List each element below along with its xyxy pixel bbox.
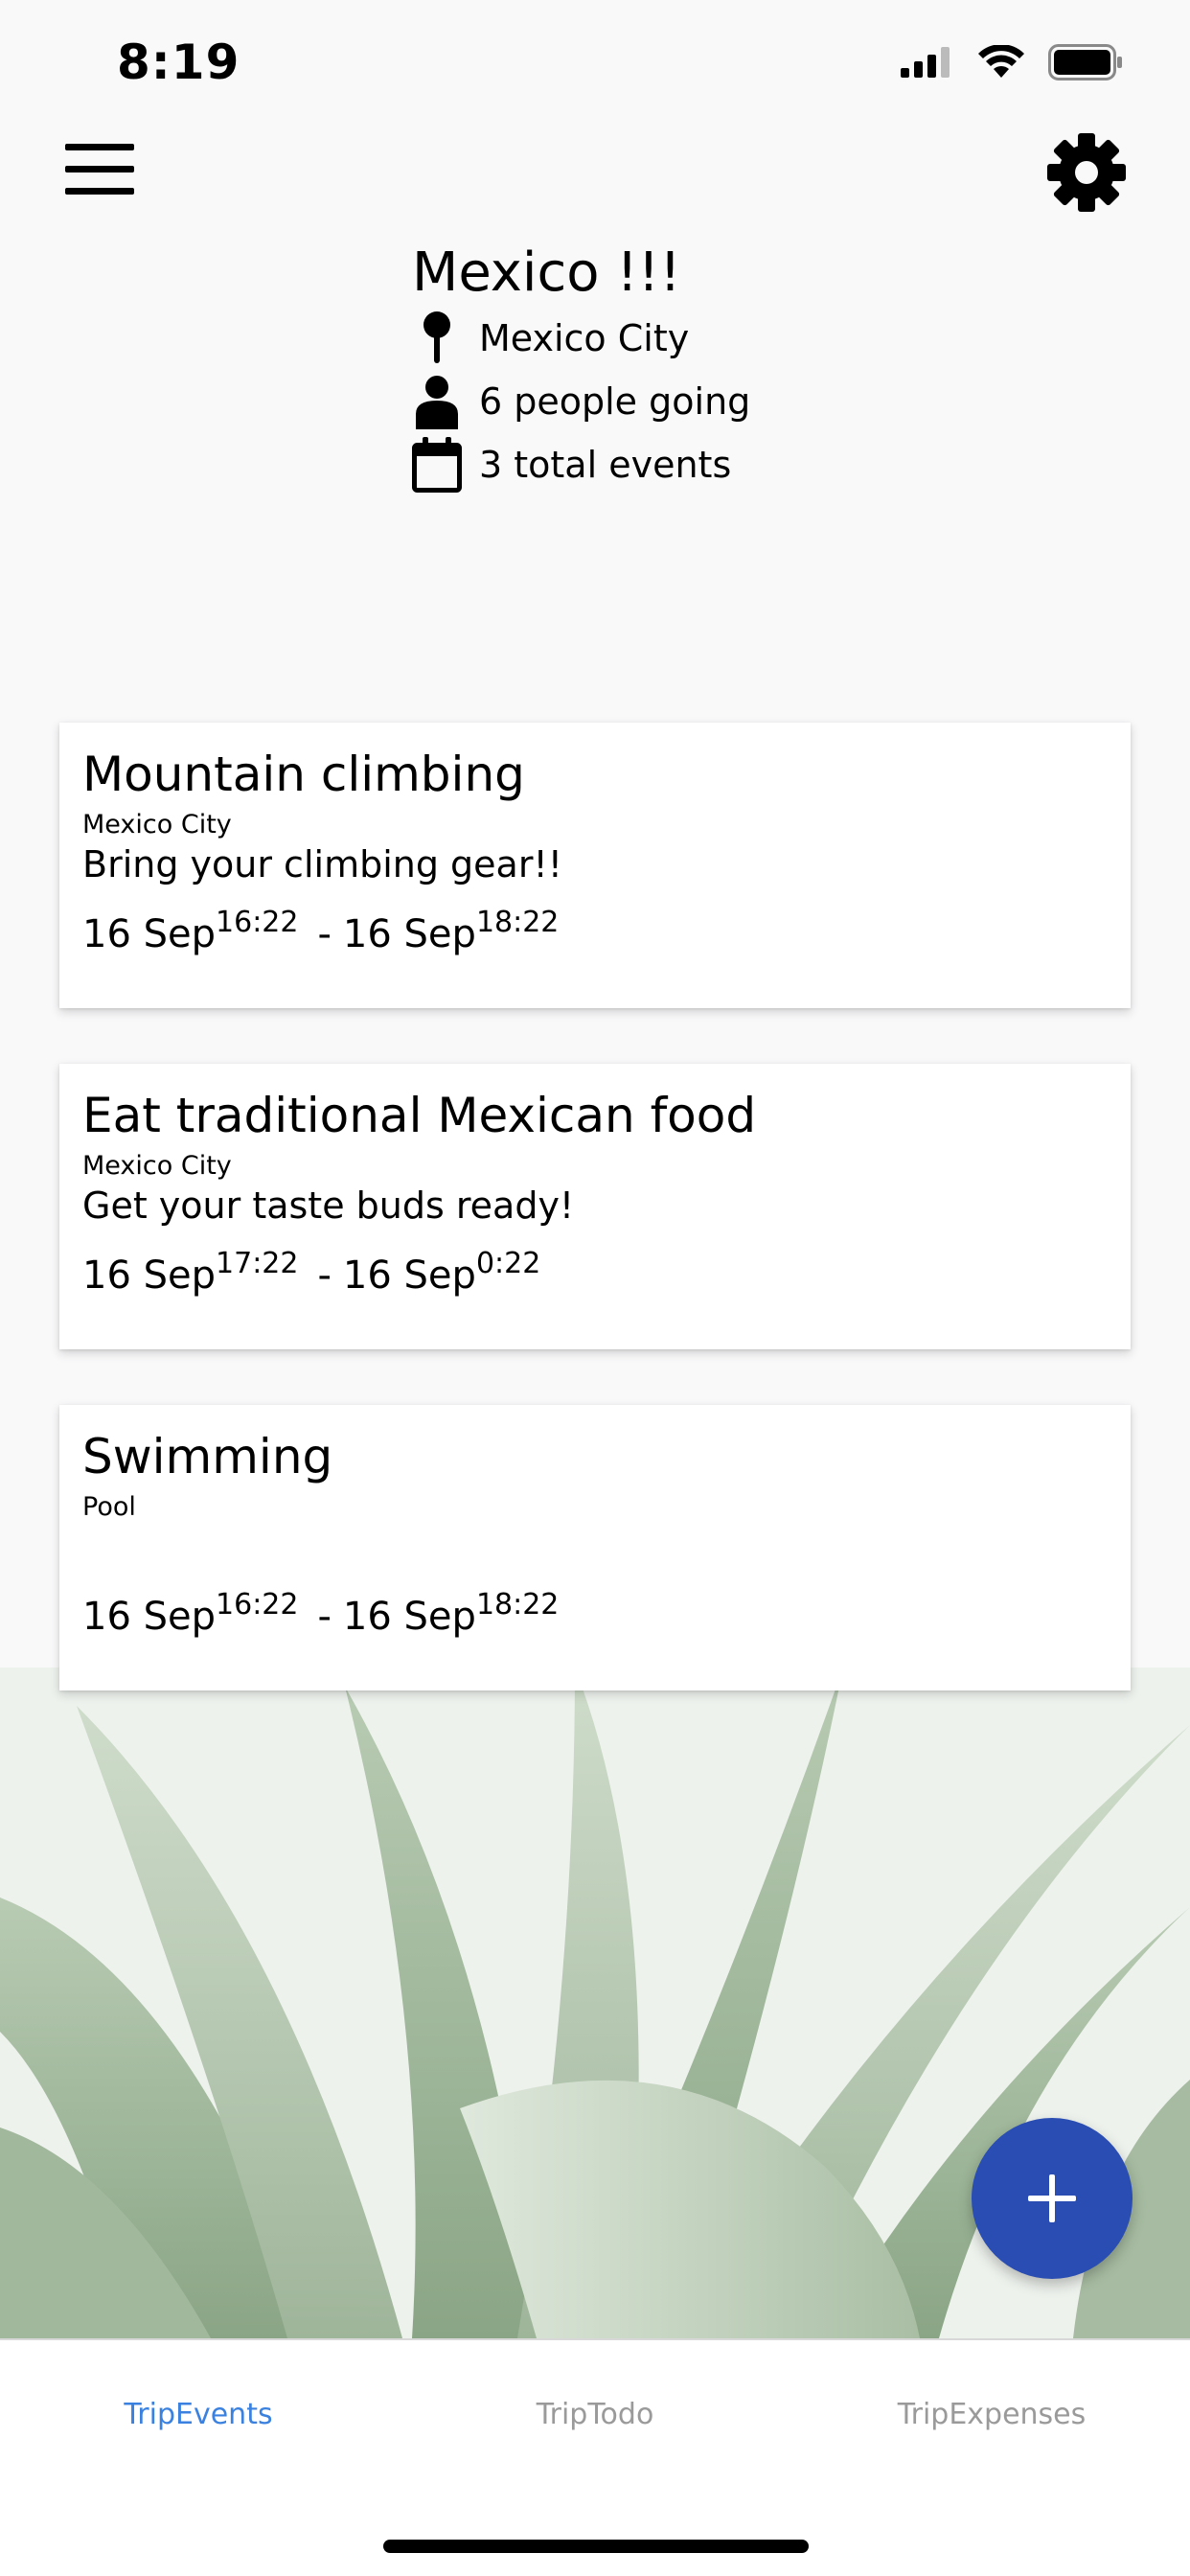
event-card[interactable]: Swimming Pool 16 Sep16:22-16 Sep18:22 bbox=[59, 1405, 1131, 1690]
event-description bbox=[82, 1524, 1108, 1570]
event-title: Eat traditional Mexican food bbox=[82, 1088, 757, 1143]
trip-title: Mexico !!! bbox=[412, 242, 681, 304]
trip-people-row: 6 people going bbox=[412, 370, 750, 433]
event-end-time: 18:22 bbox=[475, 906, 560, 939]
hamburger-menu-icon-line bbox=[65, 166, 134, 172]
tab-trip-todo[interactable]: TripTodo bbox=[397, 2398, 793, 2431]
wifi-icon bbox=[978, 45, 1024, 78]
bottom-tab-bar: TripEvents TripTodo TripExpenses bbox=[0, 2338, 1190, 2576]
event-title: Swimming bbox=[82, 1429, 333, 1484]
event-time-separator: - bbox=[317, 1254, 332, 1298]
event-end-date: 16 Sep bbox=[342, 912, 476, 956]
event-location: Mexico City bbox=[82, 1151, 232, 1181]
event-start-time: 17:22 bbox=[216, 1247, 299, 1280]
event-end-date: 16 Sep bbox=[342, 1254, 476, 1298]
event-start-date: 16 Sep bbox=[82, 1595, 217, 1639]
events-list: Mountain climbing Mexico City Bring your… bbox=[59, 723, 1131, 1746]
trip-location-row: Mexico City bbox=[412, 307, 750, 370]
event-start-date: 16 Sep bbox=[82, 912, 217, 956]
plus-icon bbox=[1028, 2174, 1076, 2222]
event-end-time: 0:22 bbox=[475, 1247, 541, 1280]
event-card[interactable]: Eat traditional Mexican food Mexico City… bbox=[59, 1064, 1131, 1349]
trip-events-row: 3 total events bbox=[412, 433, 750, 496]
gear-icon bbox=[1047, 133, 1126, 212]
event-time-separator: - bbox=[317, 912, 332, 956]
event-card[interactable]: Mountain climbing Mexico City Bring your… bbox=[59, 723, 1131, 1008]
home-indicator[interactable] bbox=[383, 2540, 809, 2553]
event-start-date: 16 Sep bbox=[82, 1254, 217, 1298]
cellular-signal-icon bbox=[901, 47, 950, 78]
settings-button[interactable] bbox=[1046, 132, 1127, 213]
status-time: 8:19 bbox=[117, 34, 240, 90]
event-times: 16 Sep16:22-16 Sep18:22 bbox=[82, 1591, 1108, 1640]
status-icons bbox=[901, 44, 1123, 80]
trip-location: Mexico City bbox=[479, 317, 690, 359]
event-description: Bring your climbing gear!! bbox=[82, 843, 562, 886]
event-start-time: 16:22 bbox=[216, 1588, 299, 1622]
event-times: 16 Sep16:22-16 Sep18:22 bbox=[82, 908, 1108, 957]
event-time-separator: - bbox=[317, 1595, 332, 1639]
event-start-time: 16:22 bbox=[216, 906, 299, 939]
tab-trip-events[interactable]: TripEvents bbox=[0, 2398, 397, 2431]
map-pin-icon bbox=[412, 310, 462, 367]
event-end-time: 18:22 bbox=[475, 1588, 560, 1622]
trip-info: Mexico !!! Mexico City 6 people going 3 … bbox=[412, 240, 750, 496]
trip-events-screen: 8:19 Mexico !!! Mexico City 6 people goi… bbox=[0, 0, 1190, 2576]
trip-events-count: 3 total events bbox=[479, 444, 732, 486]
tab-trip-expenses[interactable]: TripExpenses bbox=[793, 2398, 1190, 2431]
add-event-button[interactable] bbox=[972, 2118, 1133, 2279]
person-icon bbox=[412, 373, 462, 430]
event-times: 16 Sep17:22-16 Sep0:22 bbox=[82, 1250, 1108, 1299]
calendar-icon bbox=[412, 436, 462, 494]
event-title: Mountain climbing bbox=[82, 747, 525, 802]
event-end-date: 16 Sep bbox=[342, 1595, 476, 1639]
battery-icon bbox=[1048, 44, 1122, 80]
menu-button[interactable] bbox=[65, 144, 136, 196]
event-location: Mexico City bbox=[82, 810, 232, 840]
hamburger-menu-icon-line bbox=[65, 144, 134, 150]
event-location: Pool bbox=[82, 1492, 136, 1522]
trip-people-count: 6 people going bbox=[479, 380, 751, 423]
hamburger-menu-icon-line bbox=[65, 188, 134, 195]
event-description: Get your taste buds ready! bbox=[82, 1184, 575, 1227]
